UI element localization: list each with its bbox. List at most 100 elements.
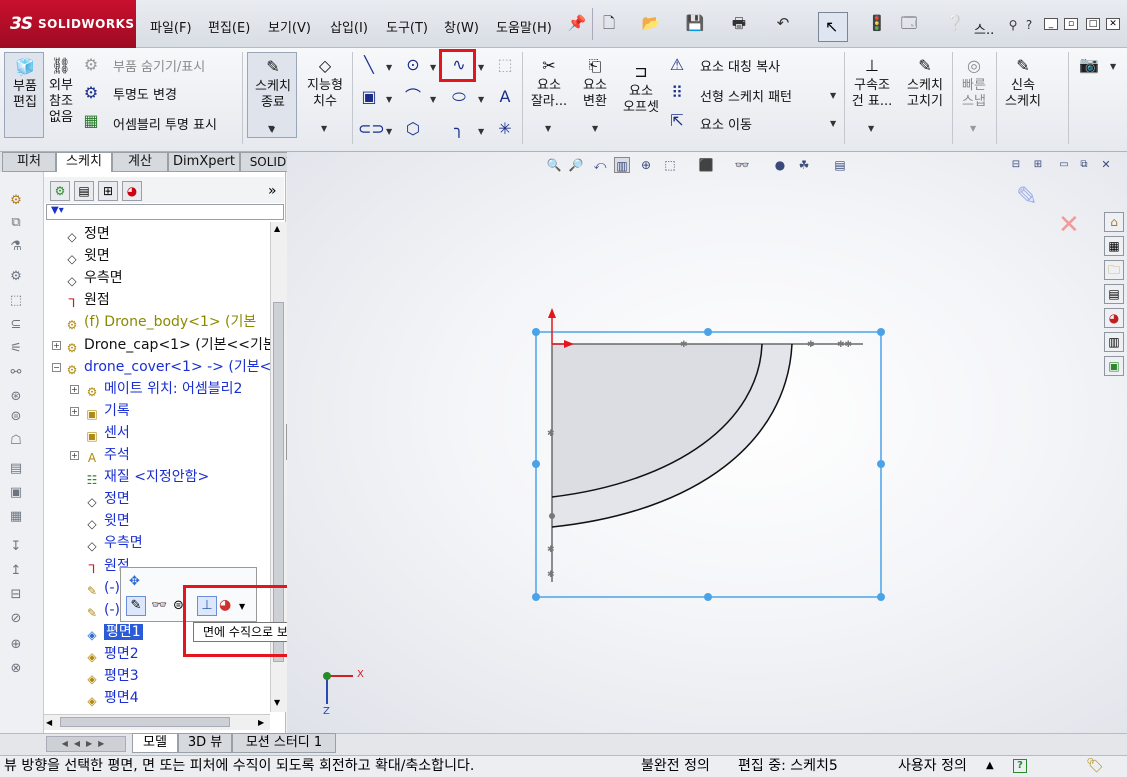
tree-expander-icon[interactable]: +: [52, 340, 61, 350]
menu-file[interactable]: 파일(F): [150, 17, 192, 36]
chevron-down-icon[interactable]: ▼: [430, 63, 436, 72]
chevron-down-icon[interactable]: ▼: [386, 95, 392, 104]
tree-expander-icon[interactable]: +: [70, 451, 79, 460]
select-button[interactable]: ↖: [818, 12, 848, 42]
bill-of-materials-icon[interactable]: ⊜: [7, 408, 25, 426]
tab-scroll-buttons[interactable]: ◀◀▶▶: [46, 736, 126, 752]
tree-node[interactable]: A 주석: [84, 445, 130, 465]
rapid-sketch-button[interactable]: ✎ 신속 스케치: [1000, 56, 1046, 110]
move-entities[interactable]: 요소 이동: [700, 114, 752, 133]
fillet-icon[interactable]: ╮: [448, 118, 470, 140]
help-icon[interactable]: ❔: [944, 12, 966, 34]
ellipse-icon[interactable]: ⬭: [448, 86, 470, 108]
open-icon[interactable]: 📂: [640, 12, 662, 34]
sketch-canvas[interactable]: ✱✱✱✱ ✱✱✱: [287, 152, 1127, 733]
quick-search[interactable]: 스..: [974, 19, 994, 38]
traffic-light-icon[interactable]: 🚦: [866, 12, 888, 34]
offset-entities-button[interactable]: ⊐ 요소 오프셋: [618, 62, 664, 116]
tree-node[interactable]: ⚙ drone_cover<1> -> (기본<: [64, 357, 272, 377]
help-tip-icon[interactable]: ?: [1013, 759, 1027, 773]
interference-icon[interactable]: ▣: [7, 484, 25, 502]
clearance-icon[interactable]: ▦: [7, 508, 25, 526]
tree-node[interactable]: ◈ 평면4: [84, 688, 138, 708]
change-transparency[interactable]: 투명도 변경: [113, 84, 177, 103]
reference-geometry-icon[interactable]: ⚯: [7, 364, 25, 382]
status-custom-units[interactable]: 사용자 정의: [898, 757, 967, 775]
menu-edit[interactable]: 편집(E): [208, 17, 250, 36]
line-icon[interactable]: ╲: [358, 54, 380, 76]
tab-model[interactable]: 모델: [132, 733, 178, 753]
measure-icon[interactable]: ↥: [7, 562, 25, 580]
feature-manager-tab-icon[interactable]: ⚙: [50, 181, 70, 201]
menu-window[interactable]: 창(W): [444, 17, 479, 36]
instant3d-icon[interactable]: ⊘: [7, 610, 25, 628]
tree-node[interactable]: ◇ 윗면: [84, 511, 129, 531]
circle-icon[interactable]: ⊙: [402, 54, 424, 76]
chevron-down-icon[interactable]: ▼: [1110, 62, 1116, 71]
tree-expander-icon[interactable]: +: [70, 384, 79, 394]
text-icon[interactable]: A: [494, 86, 516, 108]
move-component-icon[interactable]: ⬚: [7, 292, 25, 310]
assembly-transparency[interactable]: 어셈블리 투명 표시: [113, 114, 217, 133]
show-hidden-icon[interactable]: ⊆: [7, 316, 25, 334]
hide-show-icon[interactable]: ⚙: [80, 54, 102, 76]
tree-node[interactable]: ⚙ (f) Drone_body<1> (기본: [64, 312, 257, 332]
chevron-down-icon[interactable]: ▼: [478, 95, 484, 104]
smart-dimension-button[interactable]: ◇ 지능형 치수: [300, 56, 350, 110]
tab-features[interactable]: 피처: [2, 152, 56, 172]
repair-sketch-button[interactable]: ✎ 스케치 고치기: [900, 56, 950, 110]
scroll-up-icon[interactable]: ▲: [274, 224, 280, 233]
speedpak-icon[interactable]: ⊕: [7, 636, 25, 654]
mirror-icon[interactable]: ⚠: [666, 54, 688, 76]
chevron-down-icon[interactable]: ▼: [386, 63, 392, 72]
tree-node[interactable]: ⚙ Drone_cap<1> (기본<<기본: [64, 335, 276, 355]
assembly-transparency-icon[interactable]: ▦: [80, 110, 102, 132]
new-motion-study-icon[interactable]: ⊛: [7, 388, 25, 406]
explode-line-icon[interactable]: ▤: [7, 460, 25, 478]
units-chevron-icon[interactable]: ▲: [986, 757, 994, 775]
hide-show-component[interactable]: 부품 숨기기/표시: [113, 56, 205, 75]
expand-panel-icon[interactable]: »: [268, 183, 277, 199]
chevron-down-icon[interactable]: ▼: [478, 63, 484, 72]
pin-icon[interactable]: 📌: [566, 12, 588, 34]
quick-snaps-button[interactable]: ◎ 빠른 스냅: [954, 56, 994, 110]
trim-entities-button[interactable]: ✂ 요소 잘라...: [526, 56, 572, 110]
tree-node[interactable]: ◈ 평면1: [84, 622, 143, 642]
menu-insert[interactable]: 삽입(I): [330, 17, 368, 36]
save-icon[interactable]: 💾: [684, 12, 706, 34]
h-scrollbar-thumb[interactable]: [60, 717, 230, 727]
chevron-down-icon[interactable]: ▼: [321, 124, 327, 133]
tree-node[interactable]: ◇ 정면: [64, 224, 109, 244]
chevron-down-icon[interactable]: ▼: [430, 95, 436, 104]
tree-node[interactable]: ◇ 우측면: [84, 533, 142, 553]
scroll-left-icon[interactable]: ◀: [46, 718, 52, 727]
linear-component-icon[interactable]: ⚗: [7, 238, 25, 256]
mass-properties-icon[interactable]: ⊟: [7, 586, 25, 604]
chevron-down-icon[interactable]: ▼: [970, 124, 976, 133]
scroll-down-icon[interactable]: ▼: [274, 698, 280, 707]
external-refs-button[interactable]: ⛓ 외부 참조 없음: [44, 56, 78, 126]
chevron-down-icon[interactable]: ▼: [830, 91, 836, 100]
chevron-down-icon[interactable]: ▼: [830, 119, 836, 128]
slot-icon[interactable]: ⊂⊃: [358, 118, 385, 140]
exploded-view-icon[interactable]: ☖: [7, 432, 25, 450]
tree-expander-icon[interactable]: +: [70, 406, 79, 416]
display-relations-button[interactable]: ⊥ 구속조 건 표...: [848, 56, 896, 110]
tab-3d-view[interactable]: 3D 뷰: [178, 733, 232, 753]
tab-motion-study[interactable]: 모션 스터디 1: [232, 733, 336, 753]
configuration-manager-tab-icon[interactable]: ⊞: [98, 181, 118, 201]
rebuild-tag-icon[interactable]: 🏷: [1086, 757, 1104, 775]
tree-node[interactable]: ◇ 우측면: [64, 268, 122, 288]
mirror-entities[interactable]: 요소 대칭 복사: [700, 56, 780, 75]
menu-help[interactable]: 도움말(H): [496, 17, 552, 36]
menu-tools[interactable]: 도구(T): [386, 17, 428, 36]
smart-fastener-icon[interactable]: ⚙: [7, 268, 25, 286]
new-document-icon[interactable]: 🗋: [598, 12, 620, 34]
snapshot-icon[interactable]: ⊗: [7, 660, 25, 678]
tree-filter[interactable]: ▼▾: [46, 204, 284, 220]
restore-button[interactable]: ▫: [1064, 18, 1078, 30]
property-manager-tab-icon[interactable]: ▤: [74, 181, 94, 201]
surface-spline-icon[interactable]: ⬚: [494, 54, 516, 76]
hide-glasses-icon[interactable]: 👓: [151, 598, 167, 613]
chevron-down-icon[interactable]: ▼: [268, 124, 274, 133]
